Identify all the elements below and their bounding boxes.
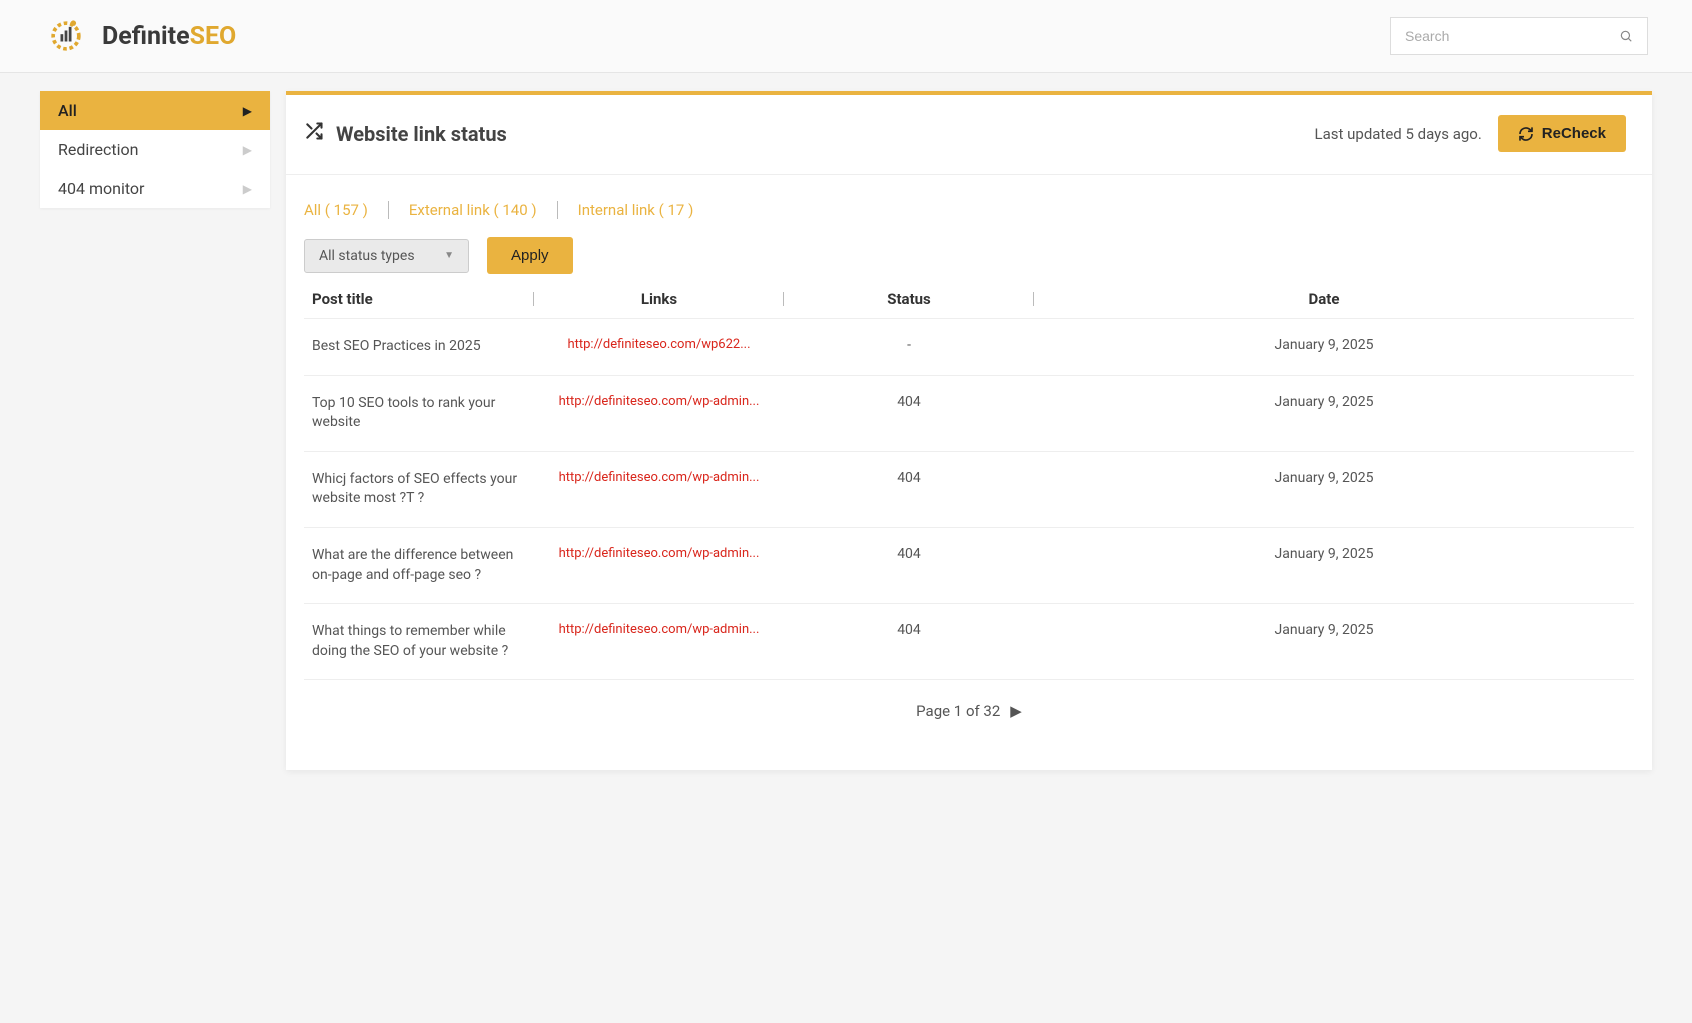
main-panel: Website link status Last updated 5 days …	[286, 91, 1652, 770]
cell-status: -	[784, 337, 1034, 353]
brand: DefiniteSEO	[44, 14, 236, 58]
table-row: What things to remember while doing the …	[304, 604, 1634, 680]
sidebar-item-404-monitor[interactable]: 404 monitor ▶	[40, 169, 270, 208]
brand-logo-icon	[44, 14, 88, 58]
pagination-next-icon[interactable]: ▶	[1010, 702, 1022, 720]
table-row: What are the difference between on-page …	[304, 528, 1634, 604]
pagination: Page 1 of 32 ▶	[286, 680, 1652, 770]
refresh-icon	[1518, 126, 1534, 142]
chevron-right-icon: ▶	[243, 182, 252, 196]
cell-status: 404	[784, 394, 1034, 410]
panel-header: Website link status Last updated 5 days …	[286, 95, 1652, 175]
table-row: Whicj factors of SEO effects your websit…	[304, 452, 1634, 528]
status-type-value: All status types	[319, 248, 415, 264]
cell-post-title[interactable]: Best SEO Practices in 2025	[304, 337, 534, 357]
page-title: Website link status	[336, 122, 507, 146]
recheck-label: ReCheck	[1542, 125, 1606, 142]
cell-date: January 9, 2025	[1034, 622, 1634, 638]
cell-post-title[interactable]: What things to remember while doing the …	[304, 622, 534, 661]
sidebar-item-label: 404 monitor	[58, 179, 144, 198]
chevron-right-icon: ▶	[243, 143, 252, 157]
brand-name: DefiniteSEO	[102, 22, 236, 51]
cell-link[interactable]: http://definiteseo.com/wp-admin...	[534, 394, 784, 409]
col-header-status: Status	[784, 290, 1034, 308]
search-box[interactable]	[1390, 17, 1648, 55]
cell-post-title[interactable]: What are the difference between on-page …	[304, 546, 534, 585]
tab-external[interactable]: External link ( 140 )	[389, 201, 558, 219]
table-row: Top 10 SEO tools to rank your website ht…	[304, 376, 1634, 452]
shuffle-icon	[304, 121, 324, 146]
table-row: Best SEO Practices in 2025 http://defini…	[304, 319, 1634, 376]
tabs: All ( 157 ) External link ( 140 ) Intern…	[286, 175, 1652, 223]
col-header-links: Links	[534, 290, 784, 308]
chevron-right-icon: ▶	[243, 104, 252, 118]
caret-down-icon: ▼	[444, 250, 454, 261]
sidebar-item-all[interactable]: All ▶	[40, 91, 270, 130]
app-header: DefiniteSEO	[0, 0, 1692, 73]
cell-link[interactable]: http://definiteseo.com/wp-admin...	[534, 546, 784, 561]
col-header-title: Post title	[304, 290, 534, 308]
cell-link[interactable]: http://definiteseo.com/wp-admin...	[534, 470, 784, 485]
last-updated-text: Last updated 5 days ago.	[1315, 125, 1482, 143]
filters: All status types ▼ Apply	[286, 223, 1652, 282]
cell-status: 404	[784, 546, 1034, 562]
col-header-date: Date	[1034, 290, 1634, 308]
sidebar-item-label: All	[58, 101, 77, 120]
search-icon	[1619, 29, 1633, 43]
link-status-table: Post title Links Status Date Best SEO Pr…	[286, 282, 1652, 680]
status-type-select[interactable]: All status types ▼	[304, 239, 469, 273]
sidebar: All ▶ Redirection ▶ 404 monitor ▶	[40, 91, 270, 208]
recheck-button[interactable]: ReCheck	[1498, 115, 1626, 152]
cell-status: 404	[784, 622, 1034, 638]
cell-link[interactable]: http://definiteseo.com/wp622...	[534, 337, 784, 352]
cell-post-title[interactable]: Top 10 SEO tools to rank your website	[304, 394, 534, 433]
tab-internal[interactable]: Internal link ( 17 )	[558, 201, 714, 219]
pagination-text: Page 1 of 32	[916, 702, 1000, 720]
tab-all[interactable]: All ( 157 )	[304, 201, 389, 219]
cell-date: January 9, 2025	[1034, 394, 1634, 410]
cell-date: January 9, 2025	[1034, 337, 1634, 353]
search-input[interactable]	[1405, 28, 1619, 44]
cell-post-title[interactable]: Whicj factors of SEO effects your websit…	[304, 470, 534, 509]
sidebar-item-label: Redirection	[58, 140, 138, 159]
cell-date: January 9, 2025	[1034, 546, 1634, 562]
sidebar-item-redirection[interactable]: Redirection ▶	[40, 130, 270, 169]
cell-status: 404	[784, 470, 1034, 486]
cell-date: January 9, 2025	[1034, 470, 1634, 486]
table-header: Post title Links Status Date	[304, 282, 1634, 319]
apply-button[interactable]: Apply	[487, 237, 573, 274]
cell-link[interactable]: http://definiteseo.com/wp-admin...	[534, 622, 784, 637]
